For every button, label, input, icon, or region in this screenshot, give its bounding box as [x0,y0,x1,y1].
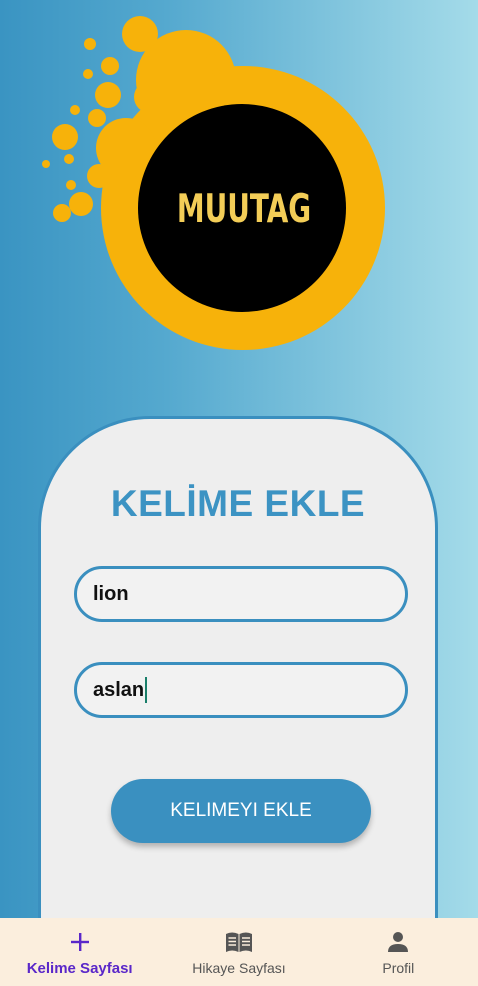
person-icon [386,928,410,956]
muutag-logo: MUUTAG [0,0,478,400]
nav-item-profil[interactable]: Profil [319,918,478,986]
book-icon [224,928,254,956]
add-word-card: KELİME EKLE lion aslan KELIMEYI EKLE [38,416,438,936]
nav-label-hikaye: Hikaye Sayfası [192,960,286,976]
nav-label-kelime: Kelime Sayfası [26,959,133,977]
nav-item-kelime[interactable]: Kelime Sayfası [0,918,159,986]
translation-input[interactable]: aslan [74,662,408,718]
nav-label-profil: Profil [382,960,415,976]
plus-icon [69,928,91,956]
page-title: KELİME EKLE [110,483,366,524]
add-word-button-label: KELIMEYI EKLE [170,800,312,821]
translation-input-value: aslan [93,678,145,701]
text-cursor [145,677,148,703]
bottom-navigation: Kelime Sayfası Hikaye Sayfası Profil [0,918,478,986]
logo-text: MUUTAG [177,186,311,232]
word-input-value: lion [93,582,129,605]
add-word-button[interactable]: KELIMEYI EKLE [111,779,371,843]
nav-item-hikaye[interactable]: Hikaye Sayfası [159,918,318,986]
word-input[interactable]: lion [74,566,408,622]
